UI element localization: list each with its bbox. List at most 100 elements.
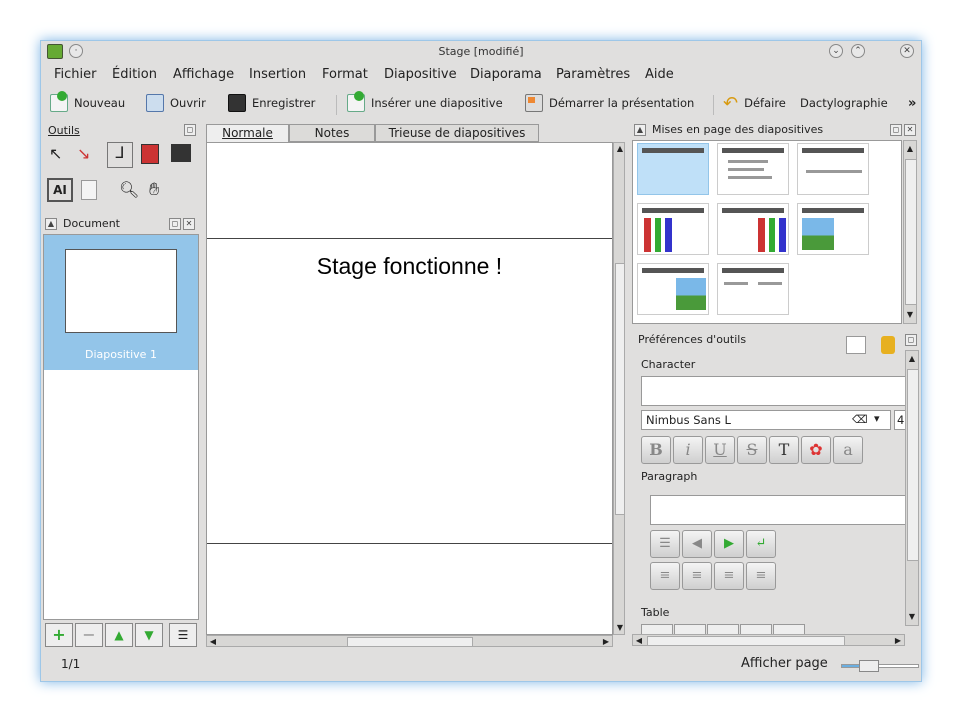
menu-parametres[interactable]: Paramètres [556, 67, 630, 82]
zoom-tool-icon[interactable]: 🔍︎ [119, 180, 139, 199]
insert-column-button[interactable] [674, 624, 706, 634]
paragraph-style-box[interactable] [650, 495, 908, 525]
open-button[interactable]: Ouvrir [146, 92, 206, 114]
title-bar[interactable]: · Stage [modifié] ⌄ ⌃ ✕ [41, 41, 921, 63]
layout-image-bullets[interactable] [797, 203, 869, 255]
insert-slide-button[interactable]: Insérer une diapositive [347, 91, 503, 114]
slide-thumb-item[interactable]: Diapositive 1 [44, 235, 198, 370]
scroll-left-arrow[interactable]: ◀ [633, 635, 645, 647]
scroll-up-arrow[interactable]: ▲ [906, 353, 918, 365]
scroll-down-arrow[interactable]: ▼ [904, 309, 916, 321]
layout-title-text[interactable] [797, 143, 869, 195]
line-break-button[interactable]: ↵ [746, 530, 776, 558]
scroll-right-arrow[interactable]: ▶ [600, 636, 612, 648]
hscroll-thumb[interactable] [347, 637, 473, 647]
toolbar-overflow-button[interactable]: » [908, 92, 916, 114]
italic-button[interactable]: i [673, 436, 703, 464]
increase-indent-button[interactable]: ▶ [714, 530, 744, 558]
tab-notes[interactable]: Notes [289, 124, 375, 142]
close-button[interactable]: ✕ [900, 44, 914, 58]
align-center-button[interactable]: ≡ [682, 562, 712, 590]
add-slide-button[interactable]: + [45, 623, 73, 647]
scroll-up-arrow[interactable]: ▲ [614, 143, 626, 155]
collapse-layouts-button[interactable]: ▲ [634, 124, 646, 136]
undo-button[interactable]: ↶ Défaire [723, 92, 786, 114]
insert-cell-button[interactable] [707, 624, 739, 634]
save-button[interactable]: Enregistrer [228, 92, 315, 114]
clear-field-icon[interactable]: ⌫ [852, 413, 868, 426]
tab-normale[interactable]: Normale [206, 124, 289, 142]
delete-row-button[interactable] [740, 624, 772, 634]
menu-affichage[interactable]: Affichage [173, 67, 234, 82]
layout-bullets-chart[interactable] [717, 203, 789, 255]
maximize-button[interactable]: ⌃ [851, 44, 865, 58]
menu-diapositive[interactable]: Diapositive [384, 67, 457, 82]
align-right-button[interactable]: ≡ [714, 562, 744, 590]
bold-button[interactable]: B [641, 436, 671, 464]
float-document-button[interactable]: ◻ [169, 218, 181, 230]
layout-chart-bullets[interactable] [637, 203, 709, 255]
slide-text[interactable]: Stage fonctionne ! [207, 253, 612, 280]
prefs-vscrollbar[interactable]: ▲ ▼ [905, 350, 919, 626]
layout-title-only[interactable] [637, 143, 709, 195]
scroll-right-arrow[interactable]: ▶ [892, 635, 904, 647]
zoom-slider-handle[interactable] [859, 660, 879, 672]
hscroll-thumb[interactable] [647, 636, 845, 646]
bezier-tool-icon[interactable]: ↘ [77, 144, 90, 163]
menu-insertion[interactable]: Insertion [249, 67, 306, 82]
slide-canvas[interactable]: Stage fonctionne ! [206, 142, 613, 635]
close-layouts-button[interactable]: ✕ [904, 124, 916, 136]
move-up-button[interactable]: ▲ [105, 623, 133, 647]
remove-slide-button[interactable]: − [75, 623, 103, 647]
float-prefs-button[interactable]: ◻ [905, 334, 917, 346]
move-down-button[interactable]: ▼ [135, 623, 163, 647]
float-panel-button[interactable]: ◻ [184, 124, 196, 136]
select-arrow-icon[interactable]: ↖ [49, 144, 62, 163]
character-style-box[interactable] [641, 376, 908, 406]
scroll-thumb[interactable] [907, 369, 919, 561]
page-tool-icon[interactable] [81, 180, 97, 200]
canvas-hscrollbar[interactable]: ◀ ▶ [206, 635, 613, 647]
clapper-icon[interactable] [171, 144, 191, 162]
list-style-button[interactable]: ☰ [650, 530, 680, 558]
scroll-thumb[interactable] [615, 263, 625, 515]
tab-trieuse[interactable]: Trieuse de diapositives [375, 124, 539, 142]
highlight-button[interactable]: ✿ [801, 436, 831, 464]
scroll-left-arrow[interactable]: ◀ [207, 636, 219, 648]
view-mode-button[interactable]: ☰ [169, 623, 197, 647]
insert-row-button[interactable] [641, 624, 673, 634]
font-family-combo[interactable]: Nimbus Sans L ⌫ ▾ [641, 410, 891, 430]
align-justify-button[interactable]: ≡ [746, 562, 776, 590]
path-tool-icon[interactable]: ⅃ [107, 142, 133, 168]
zoom-slider[interactable] [841, 660, 919, 672]
scroll-down-arrow[interactable]: ▼ [614, 622, 626, 634]
float-layouts-button[interactable]: ◻ [890, 124, 902, 136]
menu-aide[interactable]: Aide [645, 67, 674, 82]
slide-page[interactable]: Stage fonctionne ! [207, 238, 612, 544]
align-left-button[interactable]: ≡ [650, 562, 680, 590]
collapse-document-button[interactable]: ▲ [45, 218, 57, 230]
scroll-thumb[interactable] [905, 159, 917, 305]
start-presentation-button[interactable]: Démarrer la présentation [525, 92, 694, 114]
prefs-hscrollbar[interactable]: ◀ ▶ [632, 634, 905, 646]
canvas-vscrollbar[interactable]: ▲ ▼ [613, 142, 625, 635]
shape-tool-icon[interactable] [141, 144, 159, 164]
undo-detail[interactable]: Dactylographie [800, 92, 888, 114]
minimize-button[interactable]: ⌄ [829, 44, 843, 58]
pan-hand-icon[interactable]: ✋︎ [149, 179, 159, 200]
new-style-icon[interactable] [846, 336, 866, 354]
strikethrough-button[interactable]: S [737, 436, 767, 464]
menu-diaporama[interactable]: Diaporama [470, 67, 542, 82]
menu-edition[interactable]: Édition [112, 67, 157, 82]
layout-title-bullets[interactable] [717, 143, 789, 195]
menu-fichier[interactable]: Fichier [54, 67, 97, 82]
lock-icon[interactable] [881, 336, 895, 354]
layouts-grid[interactable] [632, 140, 902, 324]
superscript-button[interactable]: a [833, 436, 863, 464]
chevron-down-icon[interactable]: ▾ [874, 412, 880, 425]
scroll-up-arrow[interactable]: ▲ [904, 143, 916, 155]
underline-button[interactable]: U [705, 436, 735, 464]
new-button[interactable]: Nouveau [50, 91, 125, 114]
close-document-button[interactable]: ✕ [183, 218, 195, 230]
layout-two-columns[interactable] [717, 263, 789, 315]
